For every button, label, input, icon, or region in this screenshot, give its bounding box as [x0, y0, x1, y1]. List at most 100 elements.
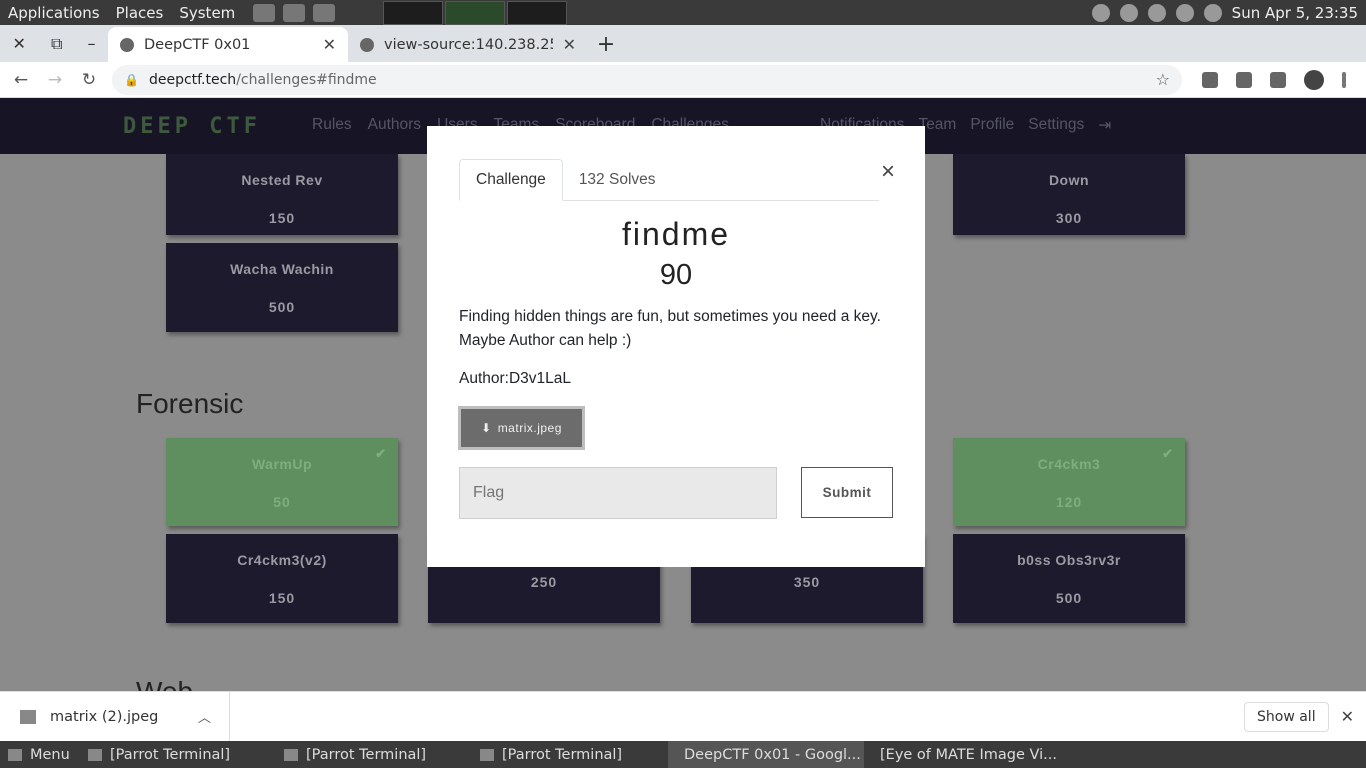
- window-close-icon[interactable]: ✕: [13, 34, 26, 53]
- more-menu-icon[interactable]: [1342, 71, 1346, 88]
- battery-icon[interactable]: [1203, 3, 1222, 22]
- terminal-launcher-icon[interactable]: [313, 3, 336, 22]
- nav-profile[interactable]: Profile: [970, 116, 1014, 135]
- taskbar-item[interactable]: [Eye of MATE Image Vi...: [864, 741, 1060, 768]
- taskbar-item[interactable]: [Parrot Terminal]: [472, 741, 668, 768]
- profile-avatar[interactable]: [1304, 69, 1324, 90]
- challenge-value: 350: [793, 574, 821, 590]
- volume-icon[interactable]: [1119, 3, 1138, 22]
- challenge-points: 90: [659, 259, 693, 291]
- image-file-icon: [20, 709, 36, 724]
- challenge-name: Wacha Wachin: [230, 261, 334, 277]
- challenge-name: Down: [1048, 172, 1090, 188]
- chevron-up-icon[interactable]: ︿: [198, 707, 211, 726]
- taskbar: Menu [Parrot Terminal] [Parrot Terminal]…: [0, 741, 1366, 768]
- show-all-button[interactable]: Show all: [1244, 701, 1329, 732]
- clock[interactable]: Sun Apr 5, 23:35: [1232, 4, 1358, 22]
- bookmark-star-icon[interactable]: ☆: [1156, 70, 1170, 89]
- challenge-value: 50: [273, 494, 291, 510]
- taskbar-item-label: [Parrot Terminal]: [306, 746, 427, 763]
- memory-monitor: [445, 0, 506, 25]
- launchers: [253, 3, 336, 22]
- text-editor-launcher-icon[interactable]: [283, 3, 306, 22]
- address-bar[interactable]: 🔒 deepctf.tech/challenges#findme ☆: [112, 64, 1182, 95]
- file-name: matrix.jpeg: [497, 421, 562, 435]
- solved-check-icon: ✔: [375, 446, 386, 461]
- qbittorrent-icon[interactable]: [1147, 3, 1166, 22]
- places-menu[interactable]: Places: [116, 4, 164, 22]
- challenge-name: b0ss Obs3rv3r: [1017, 552, 1121, 568]
- network-icon[interactable]: [1175, 3, 1194, 22]
- forward-icon[interactable]: →: [38, 70, 72, 90]
- challenge-value: 150: [268, 210, 296, 226]
- challenge-card[interactable]: b0ss Obs3rv3r 500: [953, 534, 1185, 623]
- network-monitor: [507, 0, 568, 25]
- key-icon[interactable]: [1270, 71, 1286, 88]
- flag-input[interactable]: [459, 467, 777, 519]
- challenge-modal: Challenge 132 Solves × findme 90 Finding…: [427, 126, 925, 567]
- download-shelf: matrix (2).jpeg ︿ Show all ✕: [0, 691, 1366, 742]
- taskbar-menu-label: Menu: [30, 746, 70, 763]
- challenge-card[interactable]: Wacha Wachin 500: [166, 243, 398, 332]
- logout-icon[interactable]: ⇥: [1098, 116, 1111, 135]
- download-item[interactable]: matrix (2).jpeg ︿: [0, 691, 230, 742]
- challenge-card[interactable]: ✔ Cr4ckm3 120: [953, 438, 1185, 526]
- system-monitors: [383, 0, 568, 25]
- section-heading-forensic: Forensic: [136, 388, 244, 419]
- nav-authors[interactable]: Authors: [368, 116, 421, 134]
- challenge-title: findme: [621, 216, 731, 252]
- section-heading-web: Web: [136, 676, 193, 691]
- deepctf-favicon-icon: [120, 37, 134, 52]
- taskbar-item[interactable]: [Parrot Terminal]: [80, 741, 276, 768]
- extensions: [1202, 69, 1346, 90]
- incognito-icon[interactable]: [1236, 71, 1252, 88]
- nav-rules[interactable]: Rules: [312, 116, 352, 134]
- tab-view-source[interactable]: view-source:140.238.254 ✕: [348, 27, 588, 62]
- system-menu[interactable]: System: [179, 4, 235, 22]
- browser-toolbar: ← → ↻ 🔒 deepctf.tech/challenges#findme ☆: [0, 62, 1366, 98]
- tab-challenge[interactable]: Challenge: [459, 159, 563, 201]
- firefox-launcher-icon[interactable]: [253, 3, 276, 22]
- close-shelf-icon[interactable]: ✕: [1341, 707, 1354, 726]
- new-tab-button[interactable]: +: [588, 27, 624, 62]
- back-icon[interactable]: ←: [4, 70, 38, 90]
- window-minimize-icon[interactable]: –: [87, 34, 95, 53]
- terminal-icon: [88, 748, 102, 761]
- challenge-card[interactable]: Down 300: [953, 154, 1185, 235]
- taskbar-menu[interactable]: Menu: [0, 741, 80, 768]
- bluetooth-icon[interactable]: [1091, 3, 1110, 22]
- solved-check-icon: ✔: [1162, 446, 1173, 461]
- site-logo[interactable]: DEEP CTF: [123, 114, 261, 139]
- submit-button[interactable]: Submit: [801, 467, 893, 518]
- challenge-value: 500: [268, 299, 296, 315]
- lock-icon[interactable]: 🔒: [124, 73, 139, 87]
- modal-tabs: Challenge 132 Solves: [459, 159, 879, 201]
- tab-deepctf[interactable]: DeepCTF 0x01 ✕: [108, 27, 348, 62]
- system-tray: Sun Apr 5, 23:35: [1091, 3, 1366, 22]
- challenge-card[interactable]: Cr4ckm3(v2) 150: [166, 534, 398, 623]
- url-path: /challenges#findme: [236, 71, 377, 88]
- challenge-card[interactable]: ✔ WarmUp 50: [166, 438, 398, 526]
- taskbar-item[interactable]: DeepCTF 0x01 - Googl...: [668, 741, 864, 768]
- download-file-name: matrix (2).jpeg: [50, 708, 159, 725]
- tab-close-icon[interactable]: ✕: [563, 35, 576, 54]
- challenge-name: Nested Rev: [241, 172, 323, 188]
- tab-close-icon[interactable]: ✕: [323, 35, 336, 54]
- challenge-value: 150: [268, 590, 296, 606]
- download-file-button[interactable]: ⬇ matrix.jpeg: [458, 406, 585, 450]
- applications-menu[interactable]: Applications: [8, 4, 100, 22]
- taskbar-item[interactable]: [Parrot Terminal]: [276, 741, 472, 768]
- extension-icon[interactable]: [1202, 71, 1218, 88]
- window-restore-icon[interactable]: ⧉: [51, 34, 62, 54]
- reload-icon[interactable]: ↻: [72, 70, 106, 90]
- nav-settings[interactable]: Settings: [1028, 116, 1084, 135]
- modal-close-button[interactable]: ×: [881, 158, 895, 186]
- terminal-icon: [480, 748, 494, 761]
- challenge-card[interactable]: Nested Rev 150: [166, 154, 398, 235]
- menu-icon: [8, 748, 22, 761]
- tab-solves[interactable]: 132 Solves: [563, 159, 672, 201]
- challenge-value: 120: [1055, 494, 1083, 510]
- tab-title: DeepCTF 0x01: [144, 36, 251, 53]
- challenge-value: 250: [530, 574, 558, 590]
- cpu-monitor: [383, 0, 444, 25]
